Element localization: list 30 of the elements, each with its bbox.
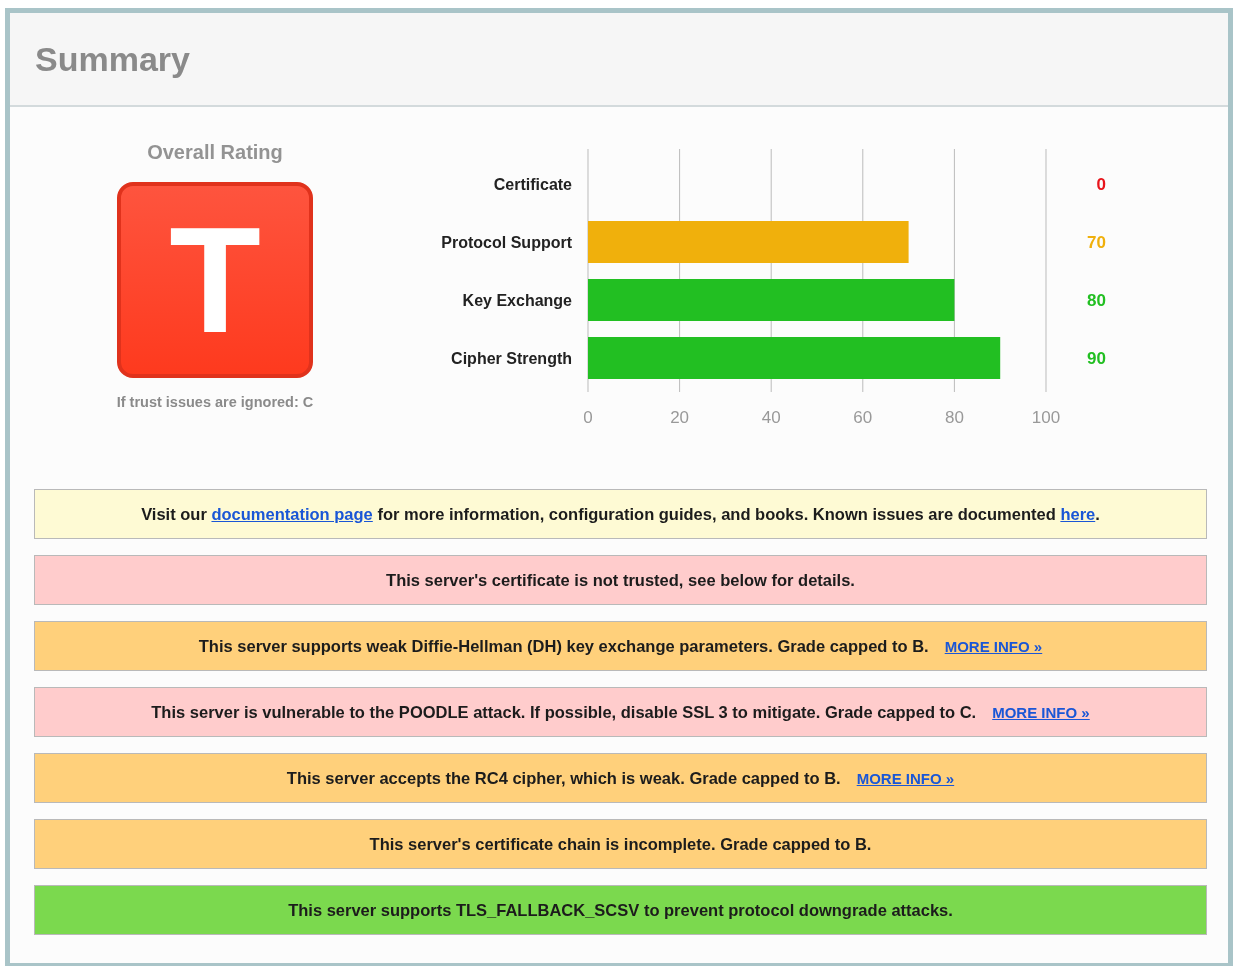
text-link[interactable]: here <box>1060 504 1096 523</box>
more-info-link[interactable]: MORE INFO » <box>992 703 1090 721</box>
score-value: 80 <box>1087 291 1106 310</box>
rating-heading: Overall Rating <box>147 141 283 164</box>
axis-tick-label: 60 <box>853 408 873 426</box>
notice-text: This server's certificate chain is incomplete. Grade capped to B. <box>369 834 872 854</box>
text-link[interactable]: documentation page <box>211 504 373 523</box>
more-info-link[interactable]: MORE INFO » <box>944 637 1043 655</box>
axis-tick-label: 80 <box>944 408 964 426</box>
notice-text: This server supports weak Diffie-Hellman (DH) key exchange parameters. Grade capped to B. <box>198 636 929 656</box>
category-label: Certificate <box>493 176 572 193</box>
category-label: Protocol Support <box>441 234 572 251</box>
score-value: 70 <box>1087 233 1106 252</box>
axis-tick-label: 20 <box>670 408 690 426</box>
axis-tick-label: 0 <box>583 408 593 426</box>
score-value: 0 <box>1096 175 1106 194</box>
notice-text: This server accepts the RC4 cipher, which is weak. Grade capped to B. <box>286 768 841 788</box>
axis-tick-label: 40 <box>761 408 781 426</box>
grade-badge: T <box>117 182 313 378</box>
category-label: Key Exchange <box>462 292 572 309</box>
axis-tick-label: 100 <box>1031 408 1061 426</box>
notice-text: This server supports TLS_FALLBACK_SCSV to prevent protocol downgrade attacks. <box>288 900 953 920</box>
score-value: 90 <box>1087 349 1106 368</box>
notice-text: Visit our documentation page for more information, configuration guides, and books. Known issues are documented here. <box>141 504 1100 524</box>
page-title: Summary <box>35 39 190 79</box>
notice-text: This server's certificate is not trusted, see below for details. <box>386 570 855 590</box>
rating-note: If trust issues are ignored: C <box>116 394 314 410</box>
notice-text: This server is vulnerable to the POODLE attack. If possible, disable SSL 3 to mitigate. Grade capped to C. <box>151 702 977 722</box>
category-label: Cipher Strength <box>451 350 572 367</box>
more-info-link[interactable]: MORE INFO » <box>856 769 955 787</box>
